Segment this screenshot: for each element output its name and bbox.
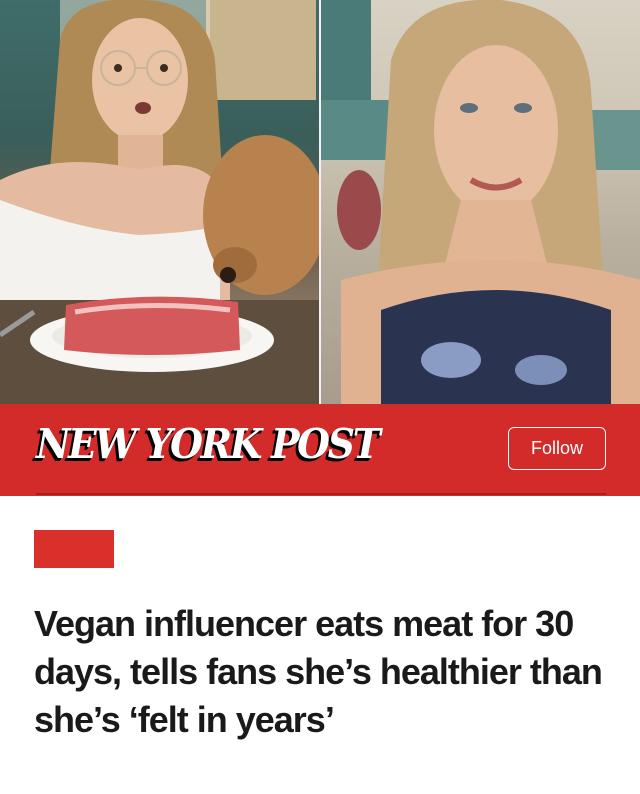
article-headline[interactable]: Vegan influencer eats meat for 30 days, …	[34, 600, 614, 744]
follow-button[interactable]: Follow	[508, 427, 606, 470]
new-york-post-logo[interactable]: NEW YORK POST	[36, 420, 381, 468]
right-photo-illustration	[321, 0, 640, 404]
publisher-bar-divider	[36, 493, 606, 495]
hero-image-collage[interactable]	[0, 0, 640, 404]
left-photo-illustration	[0, 0, 319, 404]
right-photo[interactable]	[321, 0, 640, 404]
left-photo[interactable]	[0, 0, 319, 404]
section-tag	[34, 530, 114, 568]
